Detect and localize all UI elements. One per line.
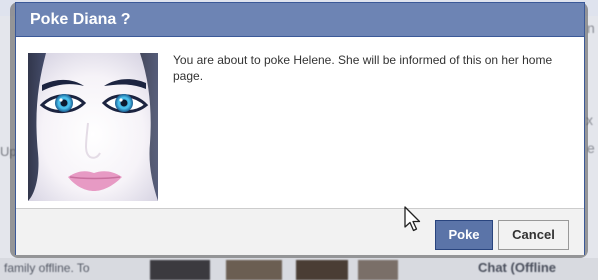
background-status-text: family offline. To	[4, 261, 90, 275]
dialog-body: You are about to poke Helene. She will b…	[16, 38, 584, 208]
dialog-title: Poke Diana ?	[16, 3, 584, 37]
chat-bar-label[interactable]: Chat (Offline	[478, 260, 556, 275]
profile-picture	[28, 53, 158, 201]
background-photo	[150, 260, 210, 280]
dialog-footer: Poke Cancel	[16, 208, 584, 255]
background-right-text: n	[587, 20, 595, 36]
poke-dialog-panel: Poke Diana ? You are about to poke Helen…	[15, 2, 585, 255]
background-photo	[358, 260, 398, 280]
background-photo	[226, 260, 282, 280]
background-photo	[296, 260, 348, 280]
dialog-message: You are about to poke Helene. She will b…	[173, 53, 553, 83]
background-right-text: e	[587, 140, 595, 156]
mouse-pointer-icon	[404, 206, 422, 232]
poke-dialog: Poke Diana ? You are about to poke Helen…	[10, 2, 588, 258]
cancel-button[interactable]: Cancel	[498, 220, 569, 250]
poke-button[interactable]: Poke	[435, 220, 493, 250]
